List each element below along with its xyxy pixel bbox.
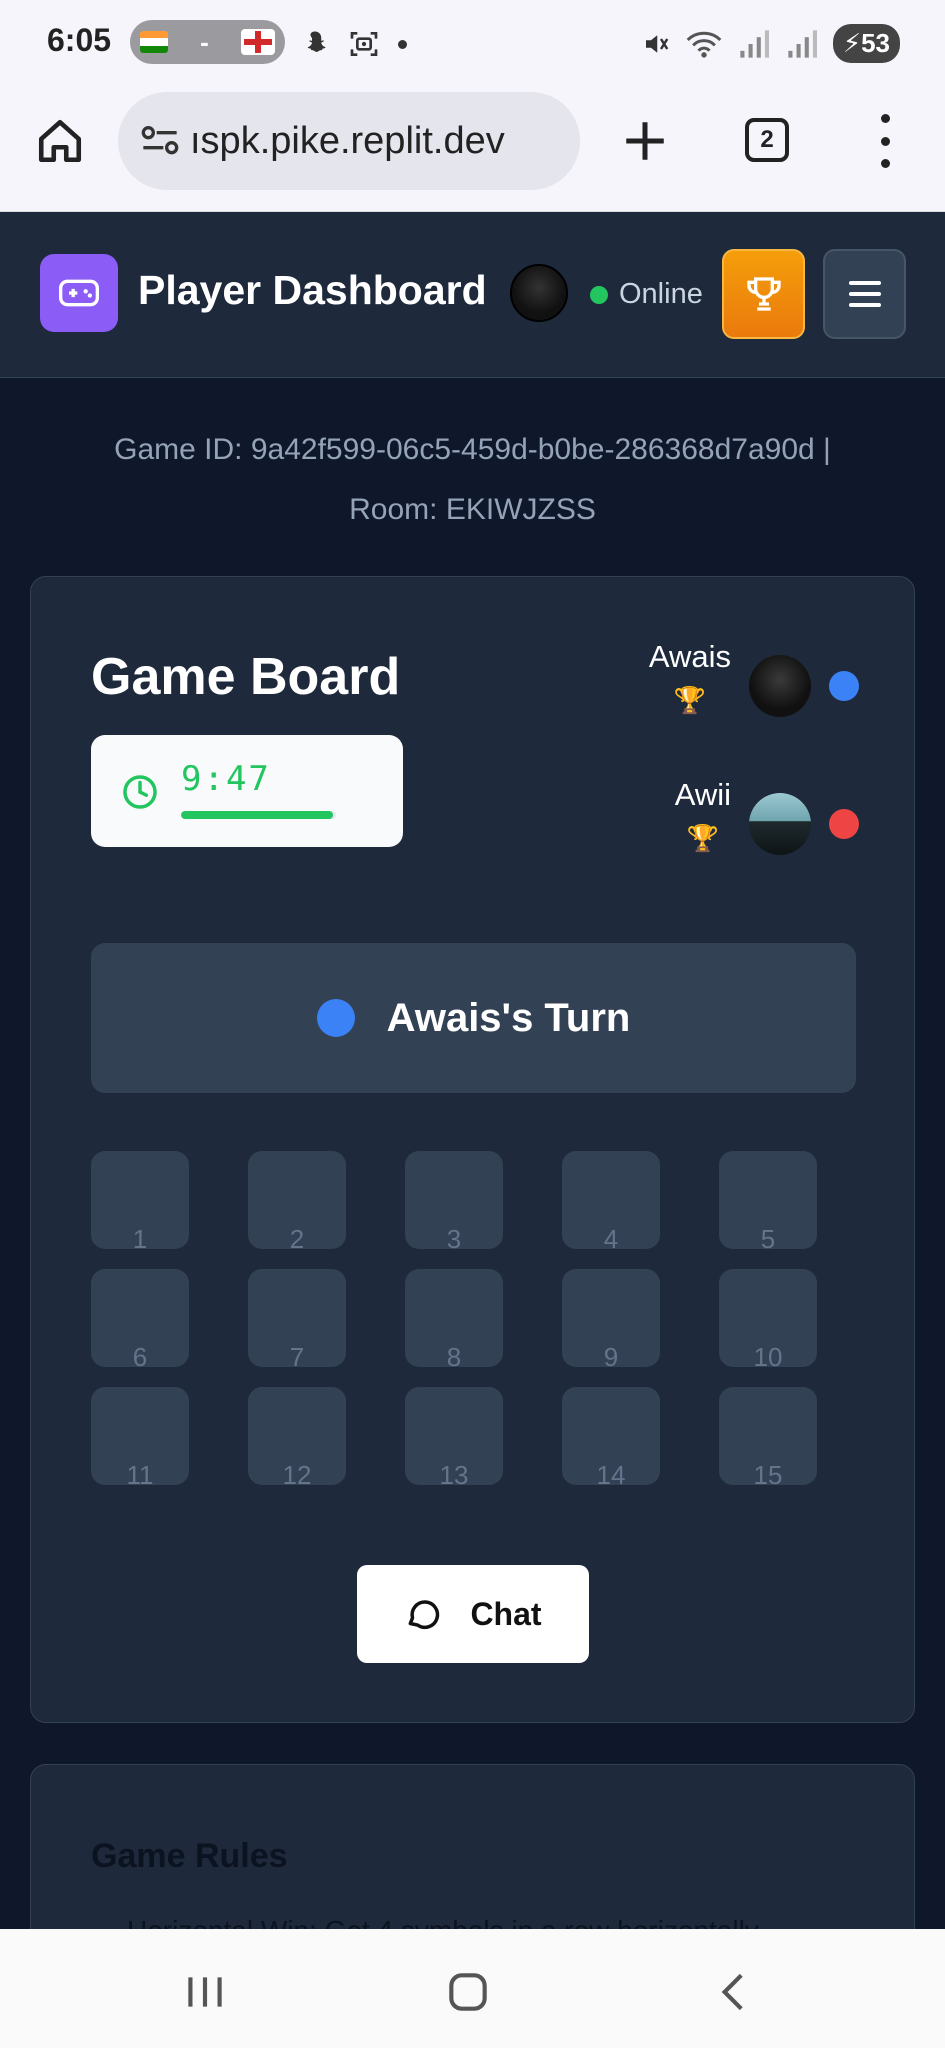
recent-apps-icon[interactable] (180, 1967, 230, 2017)
board-cell[interactable]: 6 (91, 1269, 189, 1372)
turn-text: Awais's Turn (386, 995, 631, 1040)
board-cell[interactable]: 15 (719, 1387, 817, 1490)
notification-icons (300, 28, 407, 60)
player-name: Awais (648, 639, 731, 674)
more-notifications-dot (398, 39, 407, 49)
trophy-icon: 🏆 (673, 685, 707, 715)
browser-toolbar: ıspk.pike.replit.dev 2 (0, 86, 945, 212)
leaderboard-button[interactable] (722, 249, 805, 339)
app-header: Player Dashboard Online (0, 212, 945, 378)
room-code-text: Room: EKIWJZSS (349, 493, 596, 526)
chat-label: Chat (470, 1595, 542, 1632)
wifi-icon (686, 31, 722, 58)
cell-number: 5 (760, 1224, 776, 1254)
cell-number: 6 (132, 1342, 148, 1372)
board-cell[interactable]: 12 (248, 1387, 346, 1490)
status-time: 6:05 (47, 22, 112, 58)
cell-number: 12 (282, 1460, 312, 1490)
timer-progress-fill (181, 811, 333, 819)
battery-indicator: ⚡53 (832, 24, 900, 63)
turn-indicator: Awais's Turn (91, 943, 856, 1093)
url-text: ıspk.pike.replit.dev (190, 119, 505, 162)
score-separator: - (200, 26, 209, 57)
player-awais: Awais 🏆 (649, 639, 859, 717)
player-color-dot (829, 809, 859, 839)
address-bar[interactable]: ıspk.pike.replit.dev (118, 92, 580, 190)
gamepad-logo-icon[interactable] (40, 254, 118, 332)
cell-number: 13 (439, 1460, 469, 1490)
cell-number: 10 (753, 1342, 783, 1372)
home-nav-icon[interactable] (443, 1967, 493, 2017)
board-cell[interactable]: 9 (562, 1269, 660, 1372)
menu-button[interactable] (823, 249, 906, 339)
mute-icon (645, 34, 669, 53)
cell-number: 2 (289, 1224, 305, 1254)
player-name: Awii (674, 777, 731, 812)
system-icons: ⚡53 (641, 24, 900, 63)
status-bar: 6:05 - ⚡53 (0, 0, 945, 86)
trophy-icon: 🏆 (686, 823, 720, 853)
cell-number: 9 (603, 1342, 619, 1372)
game-id-text: Game ID: 9a42f599-06c5-459d-b0be-286368d… (114, 433, 831, 466)
home-icon[interactable] (35, 116, 85, 166)
online-status-text: Online (619, 278, 703, 310)
cell-number: 3 (446, 1224, 462, 1254)
game-board-card: Game Board 9:47 Awais 🏆 Awii 🏆 Awais's T… (30, 576, 915, 1723)
england-flag-icon (240, 29, 275, 55)
site-settings-icon[interactable] (140, 124, 180, 158)
screen-record-icon (350, 32, 378, 56)
rules-title: Game Rules (91, 1837, 288, 1875)
user-avatar[interactable] (510, 264, 568, 322)
cell-number: 7 (289, 1342, 305, 1372)
turn-color-dot (316, 999, 355, 1037)
game-info: Game ID: 9a42f599-06c5-459d-b0be-286368d… (0, 420, 945, 540)
player-awii: Awii 🏆 (675, 777, 859, 855)
cell-number: 14 (596, 1460, 626, 1490)
chat-button[interactable]: Chat (357, 1565, 589, 1663)
board-cell[interactable]: 14 (562, 1387, 660, 1490)
page-title: Player Dashboard (138, 267, 487, 313)
board-cell[interactable]: 5 (719, 1151, 817, 1254)
new-tab-icon[interactable] (620, 116, 670, 166)
player-avatar (749, 655, 811, 717)
chat-bubble-icon (409, 1600, 440, 1630)
clock-icon (123, 775, 157, 809)
match-score-pill: - (130, 20, 285, 64)
cell-number: 1 (132, 1224, 148, 1254)
board-cell[interactable]: 8 (405, 1269, 503, 1372)
board-cell[interactable]: 4 (562, 1151, 660, 1254)
timer-text: 9:47 (181, 759, 271, 799)
player-avatar (749, 793, 811, 855)
cell-number: 4 (603, 1224, 619, 1254)
battery-level: 53 (861, 28, 890, 58)
cell-number: 11 (126, 1460, 154, 1490)
board-cell[interactable]: 10 (719, 1269, 817, 1372)
board-grid: 1 2 3 4 5 6 7 8 9 10 11 12 13 14 15 (91, 1151, 856, 1490)
snapchat-icon (307, 31, 326, 52)
signal-icon (740, 29, 769, 58)
cell-number: 15 (753, 1460, 783, 1490)
browser-menu-icon[interactable] (870, 114, 900, 168)
signal-icon-2 (788, 29, 817, 58)
board-cell[interactable]: 1 (91, 1151, 189, 1254)
board-title: Game Board (91, 648, 401, 706)
board-cell[interactable]: 2 (248, 1151, 346, 1254)
board-cell[interactable]: 11 (91, 1387, 189, 1490)
india-flag-icon (140, 31, 168, 53)
tab-switcher-button[interactable]: 2 (745, 118, 789, 162)
player-color-dot (829, 671, 859, 701)
turn-timer: 9:47 (91, 735, 403, 847)
board-cell[interactable]: 3 (405, 1151, 503, 1254)
board-cell[interactable]: 13 (405, 1387, 503, 1490)
timer-progress-bar (181, 811, 336, 819)
cell-number: 8 (446, 1342, 462, 1372)
online-status-dot (590, 286, 608, 304)
back-icon[interactable] (710, 1967, 760, 2017)
trophy-icon (746, 277, 781, 311)
board-cell[interactable]: 7 (248, 1269, 346, 1372)
system-nav-bar (0, 1929, 945, 2048)
